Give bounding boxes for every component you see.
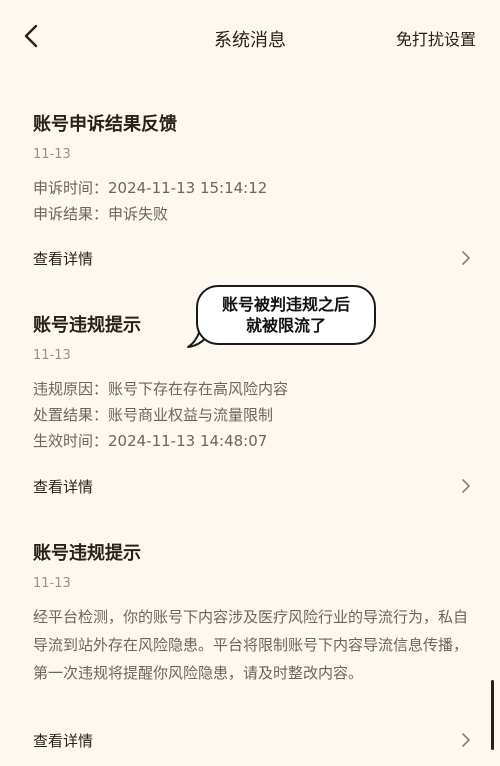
message-date: 11-13 xyxy=(33,576,71,591)
appeal-time-line: 申诉时间：2024-11-13 15:14:12 xyxy=(33,179,268,197)
message-title: 账号申诉结果反馈 xyxy=(33,114,177,135)
penalty-result-line: 处置结果：账号商业权益与流量限制 xyxy=(33,406,274,424)
chevron-right-icon xyxy=(462,479,470,493)
message-card-violation-notice-detailed: 账号违规提示 11-13 经平台检测，你的账号下内容涉及医疗风险行业的导流行为，… xyxy=(33,541,473,687)
message-date: 11-13 xyxy=(33,147,71,162)
scrollbar-thumb[interactable] xyxy=(491,680,494,750)
view-details-label: 查看详情 xyxy=(33,478,94,496)
chevron-right-icon xyxy=(462,251,470,265)
violation-description: 经平台检测，你的账号下内容涉及医疗风险行业的导流行为，私自导流到站外存在风险隐患… xyxy=(33,608,469,682)
message-card-appeal-result: 账号申诉结果反馈 11-13 申诉时间：2024-11-13 15:14:12 … xyxy=(33,112,473,227)
annotation-line-2: 就被限流了 xyxy=(245,316,326,335)
view-details-row[interactable]: 查看详情 xyxy=(33,725,473,755)
view-details-row[interactable]: 查看详情 xyxy=(33,243,473,273)
chevron-right-icon xyxy=(462,733,470,747)
appeal-result-line: 申诉结果：申诉失败 xyxy=(33,205,169,223)
violation-reason-line: 违规原因：账号下存在存在高风险内容 xyxy=(33,380,289,398)
message-date: 11-13 xyxy=(33,348,71,363)
view-details-label: 查看详情 xyxy=(33,732,94,750)
do-not-disturb-settings-button[interactable]: 免打扰设置 xyxy=(396,26,476,50)
annotation-line-1: 账号被判违规之后 xyxy=(221,295,350,314)
annotation-speech-bubble: 账号被判违规之后 就被限流了 xyxy=(196,285,376,345)
message-title: 账号违规提示 xyxy=(33,543,141,564)
view-details-row[interactable]: 查看详情 xyxy=(33,471,473,501)
effective-time-line: 生效时间：2024-11-13 14:48:07 xyxy=(33,432,268,450)
view-details-label: 查看详情 xyxy=(33,250,94,268)
top-nav-bar: 系统消息 免打扰设置 xyxy=(0,0,500,72)
